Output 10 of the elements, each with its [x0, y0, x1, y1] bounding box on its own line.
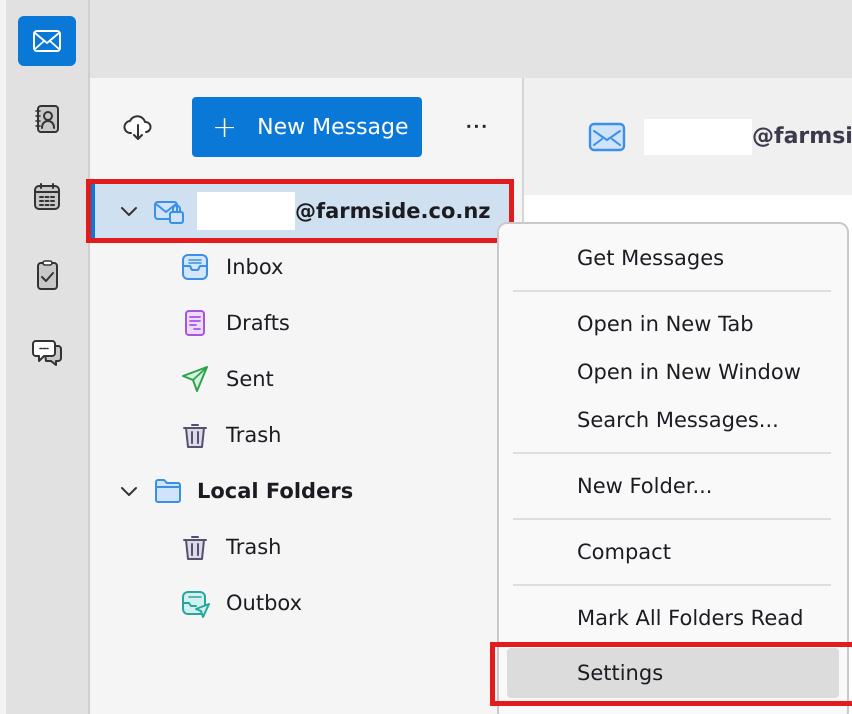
new-message-button[interactable]: + New Message — [192, 97, 422, 157]
paper-plane-icon — [180, 364, 210, 394]
mail-icon — [588, 122, 626, 152]
outbox-icon — [180, 588, 210, 618]
menu-item[interactable]: Settings — [507, 648, 839, 698]
account-email: @farmsi — [752, 124, 852, 149]
more-button[interactable]: ··· — [460, 114, 495, 140]
inbox-tray-icon — [180, 252, 210, 282]
account-email: @farmside.co.nz — [295, 199, 491, 223]
folder-icon — [153, 477, 183, 505]
